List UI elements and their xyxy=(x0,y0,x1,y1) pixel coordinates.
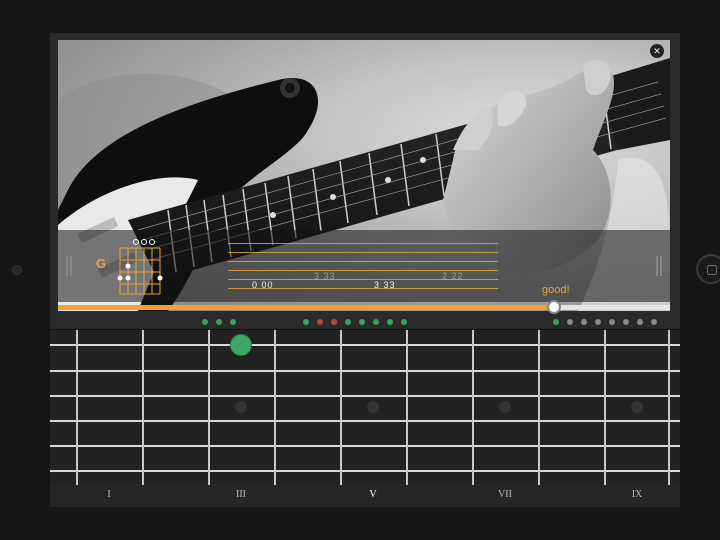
tab-line xyxy=(228,243,498,244)
fretboard-string xyxy=(50,395,680,397)
fret-inlay-marker xyxy=(499,401,511,413)
note-status-dot-pending xyxy=(637,319,643,325)
fret-wire xyxy=(668,330,670,486)
fret-number: VII xyxy=(498,489,512,500)
note-status-dot-wrong xyxy=(317,319,323,325)
note-status-dot-pending xyxy=(609,319,615,325)
tab-note-group: 3 33 xyxy=(374,280,396,290)
tablature-staff: 0 00 3 33 3 33 2 22 xyxy=(228,243,498,291)
progress-fill xyxy=(58,305,554,310)
lesson-video[interactable]: ✕ G 0 00 3 33 3 33 2 22 good! xyxy=(58,40,670,311)
note-status-dot-correct xyxy=(303,319,309,325)
fretboard-string xyxy=(50,344,680,346)
fretboard[interactable] xyxy=(50,329,680,486)
feedback-label: good! xyxy=(542,284,570,296)
fretboard-string xyxy=(50,420,680,422)
fret-wire xyxy=(142,330,144,486)
note-status-dot-wrong xyxy=(331,319,337,325)
note-status-dot-correct xyxy=(202,319,208,325)
tab-note-group: 3 33 xyxy=(314,271,336,281)
fret-wire xyxy=(340,330,342,486)
note-status-dot-correct xyxy=(216,319,222,325)
drag-handle-icon[interactable] xyxy=(62,254,76,278)
fret-inlay-marker xyxy=(235,401,247,413)
camera-icon xyxy=(12,265,22,275)
note-status-dot-correct xyxy=(401,319,407,325)
chord-diagram: G xyxy=(94,236,164,298)
fret-number: I xyxy=(107,489,111,500)
note-status-dot-correct xyxy=(373,319,379,325)
fret-number-row: I III V VII IX xyxy=(50,485,680,507)
tab-note-group: 0 00 xyxy=(252,280,274,290)
fret-wire xyxy=(406,330,408,486)
chord-grid-icon xyxy=(117,239,163,295)
fret-inlay-marker xyxy=(367,401,379,413)
progress-scrubber[interactable] xyxy=(546,300,561,314)
app-screen: ✕ G 0 00 3 33 3 33 2 22 good! I III V VI… xyxy=(50,33,680,507)
fretboard-string xyxy=(50,370,680,372)
fret-wire xyxy=(538,330,540,486)
fret-wire xyxy=(604,330,606,486)
note-status-dot-pending xyxy=(581,319,587,325)
fretboard-string xyxy=(50,445,680,447)
fret-number: III xyxy=(236,489,246,500)
note-status-dot-correct xyxy=(345,319,351,325)
note-status-dot-correct xyxy=(553,319,559,325)
note-status-dot-pending xyxy=(651,319,657,325)
speaker-mute-icon[interactable]: ✕ xyxy=(650,44,664,58)
note-status-dot-correct xyxy=(359,319,365,325)
fret-number: V xyxy=(369,489,377,500)
fret-wire xyxy=(274,330,276,486)
target-note-marker[interactable] xyxy=(230,334,252,356)
chord-name: G xyxy=(96,256,107,271)
tab-line xyxy=(228,252,498,253)
tab-note-group: 2 22 xyxy=(442,271,464,281)
note-status-dot-correct xyxy=(230,319,236,325)
tablet-device: ✕ G 0 00 3 33 3 33 2 22 good! I III V VI… xyxy=(0,0,720,540)
fret-number: IX xyxy=(631,489,643,500)
fretboard-string xyxy=(50,470,680,472)
fret-wire xyxy=(472,330,474,486)
drag-handle-icon[interactable] xyxy=(652,254,666,278)
home-button-icon xyxy=(707,265,717,275)
progress-bar[interactable] xyxy=(58,300,670,314)
note-status-dot-pending xyxy=(567,319,573,325)
note-status-dot-pending xyxy=(623,319,629,325)
fret-wire xyxy=(76,330,78,486)
note-status-dot-correct xyxy=(387,319,393,325)
fret-inlay-marker xyxy=(631,401,643,413)
note-status-dot-pending xyxy=(595,319,601,325)
tab-line xyxy=(228,261,498,262)
fret-wire xyxy=(208,330,210,486)
home-button[interactable] xyxy=(696,254,720,284)
